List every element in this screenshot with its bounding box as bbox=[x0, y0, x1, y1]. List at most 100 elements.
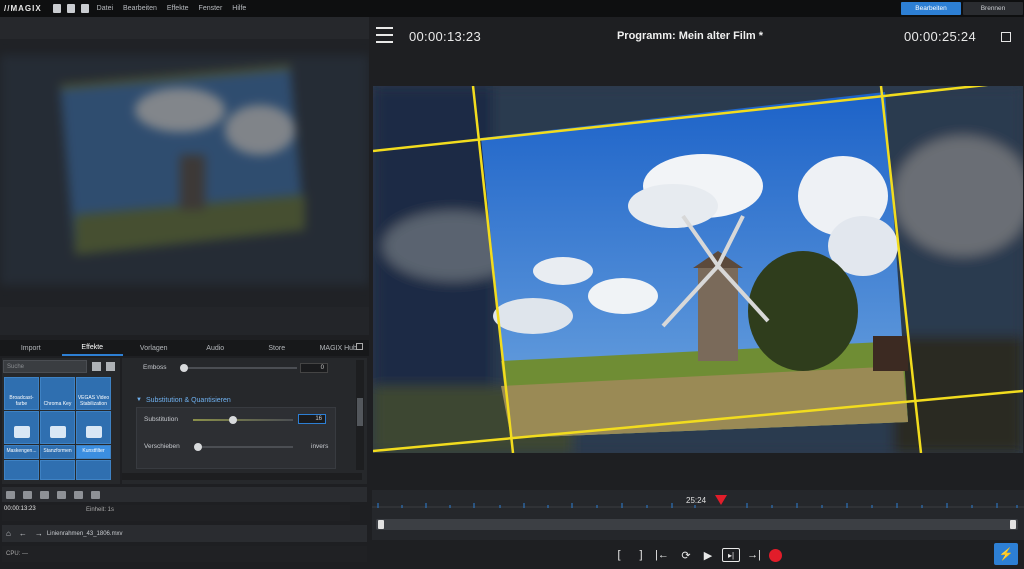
effect-tile-label: Stanzformen bbox=[43, 448, 72, 454]
program-video[interactable] bbox=[373, 86, 1023, 453]
transport-bar bbox=[372, 542, 1024, 569]
effect-tile-11[interactable] bbox=[40, 460, 75, 480]
fullscreen-icon[interactable] bbox=[1001, 32, 1011, 42]
menu-hilfe[interactable]: Hilfe bbox=[232, 5, 246, 12]
mark-in-button[interactable]: [ bbox=[614, 548, 624, 562]
range-start-handle[interactable] bbox=[378, 520, 384, 529]
emboss-slider-track[interactable] bbox=[183, 367, 297, 369]
video-frame-image bbox=[373, 86, 1023, 453]
playhead-marker[interactable] bbox=[715, 495, 727, 505]
copy-icon[interactable] bbox=[74, 490, 83, 499]
emboss-label: Emboss bbox=[143, 364, 167, 371]
mode-brennen-button[interactable]: Brennen bbox=[963, 2, 1023, 15]
verschieben-slider-knob[interactable] bbox=[194, 443, 202, 451]
menu-datei[interactable]: Datei bbox=[97, 5, 113, 12]
effect-tile-chroma-key[interactable]: Chroma Key bbox=[40, 377, 75, 410]
save-icon[interactable] bbox=[80, 4, 89, 13]
loop-icon[interactable]: ⟳ bbox=[678, 548, 694, 562]
file-name: Linienrahmen_43_1806.mxv bbox=[46, 530, 123, 537]
effect-tile-10[interactable] bbox=[4, 460, 39, 480]
range-end-handle[interactable] bbox=[1010, 520, 1016, 529]
scrub-bar[interactable] bbox=[376, 519, 1018, 530]
source-preview-controls bbox=[0, 307, 369, 335]
effect-tile-label: VEGAS Video Stabilization bbox=[77, 395, 110, 407]
paste-icon[interactable] bbox=[91, 490, 100, 499]
emboss-value-field[interactable]: 0 bbox=[300, 363, 328, 373]
redo-icon[interactable] bbox=[23, 490, 32, 499]
mode-bearbeiten-button[interactable]: Bearbeiten bbox=[901, 2, 961, 15]
section-substitution-header[interactable]: ▼ Substitution & Quantisieren bbox=[136, 394, 336, 406]
home-icon[interactable]: ⌂ bbox=[6, 529, 11, 538]
timeline-ticks bbox=[372, 495, 1024, 508]
menu-bearbeiten[interactable]: Bearbeiten bbox=[123, 5, 157, 12]
effect-thumb-icon bbox=[49, 426, 66, 438]
effect-tile-label: Chroma Key bbox=[43, 401, 72, 407]
effect-tile-label: Kunstfilter bbox=[82, 448, 105, 454]
open-folder-icon[interactable] bbox=[66, 4, 75, 13]
effect-tile-4[interactable] bbox=[4, 411, 39, 444]
section-title: Substitution & Quantisieren bbox=[145, 396, 231, 404]
timeline-timecode: 00:00:13:23 bbox=[4, 506, 36, 512]
invers-label: invers bbox=[311, 443, 329, 450]
effect-tile-12[interactable] bbox=[76, 460, 111, 480]
effect-tile-5[interactable] bbox=[40, 411, 75, 444]
tab-effekte[interactable]: Effekte bbox=[61, 340, 123, 356]
hamburger-menu-icon[interactable] bbox=[376, 27, 393, 43]
to-start-icon[interactable]: |← bbox=[654, 548, 670, 562]
substitution-label: Substitution bbox=[144, 416, 178, 423]
playhead-time: 25:24 bbox=[686, 496, 707, 505]
substitution-value-field[interactable]: 16 bbox=[298, 414, 326, 424]
params-horizontal-scrollbar[interactable] bbox=[122, 473, 362, 480]
source-preview-header bbox=[0, 17, 369, 39]
params-scroll-thumb[interactable] bbox=[357, 398, 363, 426]
effects-search-input[interactable]: Suche bbox=[3, 360, 87, 373]
group-icon[interactable] bbox=[40, 490, 49, 499]
delete-icon[interactable] bbox=[57, 490, 66, 499]
effect-tile-6[interactable] bbox=[76, 411, 111, 444]
tab-audio[interactable]: Audio bbox=[185, 340, 247, 356]
effect-tile-stanzformen[interactable]: Stanzformen bbox=[40, 445, 75, 459]
forward-arrow-icon[interactable]: → bbox=[35, 529, 43, 538]
menu-fenster[interactable]: Fenster bbox=[199, 5, 223, 12]
substitution-slider-knob[interactable] bbox=[229, 416, 237, 424]
status-bar: CPU: — bbox=[2, 546, 367, 562]
panel-tabs: Import Effekte Vorlagen Audio Store MAGI… bbox=[0, 340, 369, 356]
tab-vorlagen[interactable]: Vorlagen bbox=[123, 340, 185, 356]
record-icon[interactable] bbox=[769, 549, 782, 562]
tab-import[interactable]: Import bbox=[0, 340, 62, 356]
effect-tile-maskengenerator[interactable]: Maskengen... bbox=[4, 445, 39, 459]
effect-thumb-icon bbox=[13, 426, 30, 438]
effect-tile-vegas-stabilization[interactable]: VEGAS Video Stabilization bbox=[76, 377, 111, 410]
timeline-ruler[interactable] bbox=[2, 505, 350, 521]
menu-effekte[interactable]: Effekte bbox=[167, 5, 189, 12]
to-end-icon[interactable]: →| bbox=[745, 548, 763, 562]
cpu-label: CPU: — bbox=[6, 551, 29, 557]
source-preview-image bbox=[0, 55, 369, 285]
timeline-toolbar bbox=[2, 487, 367, 502]
sort-icon[interactable] bbox=[106, 362, 115, 371]
timeline-unit-label: Einheit: 1s bbox=[86, 507, 115, 513]
new-file-icon[interactable] bbox=[52, 4, 61, 13]
panel-maximize-icon[interactable] bbox=[356, 343, 363, 350]
lightning-icon[interactable]: ⚡ bbox=[994, 543, 1018, 565]
source-preview bbox=[0, 17, 369, 335]
magix-logo: //MAGIX bbox=[4, 4, 42, 13]
effect-tile-kunstfilter[interactable]: Kunstfilter bbox=[76, 445, 111, 459]
substitution-slider-track[interactable] bbox=[193, 419, 293, 421]
verschieben-label: Verschieben bbox=[144, 443, 180, 450]
current-timecode: 00:00:13:23 bbox=[409, 29, 481, 44]
back-arrow-icon[interactable]: ← bbox=[19, 529, 27, 538]
verschieben-slider-track[interactable] bbox=[197, 446, 293, 448]
emboss-slider-knob[interactable] bbox=[180, 364, 188, 372]
effect-tile-label: Broadcast-farbe bbox=[9, 395, 34, 407]
mark-out-button[interactable]: ] bbox=[636, 548, 646, 562]
undo-icon[interactable] bbox=[6, 490, 15, 499]
effect-tile-broadcast[interactable]: Broadcast-farbe bbox=[4, 377, 39, 410]
chevron-down-icon: ▼ bbox=[136, 397, 142, 403]
effect-thumb-icon bbox=[85, 426, 102, 438]
app-window: //MAGIX Datei Bearbeiten Effekte Fenster… bbox=[0, 0, 1024, 569]
tab-store[interactable]: Store bbox=[246, 340, 308, 356]
grid-view-icon[interactable] bbox=[92, 362, 101, 371]
play-icon[interactable]: ▶ bbox=[700, 548, 716, 562]
next-marker-icon[interactable]: ▸| bbox=[722, 548, 740, 562]
